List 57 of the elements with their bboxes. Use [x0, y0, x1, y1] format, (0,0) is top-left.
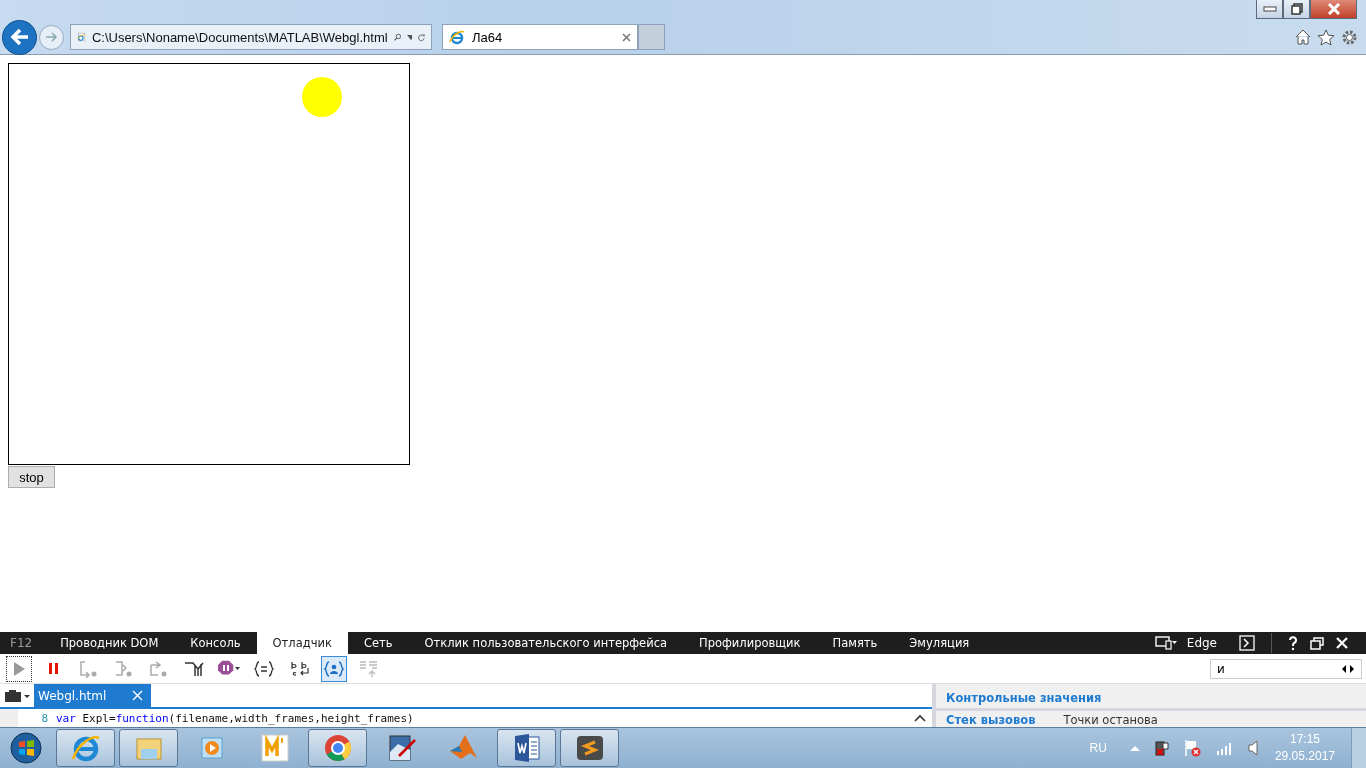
ie-app-icon[interactable] [56, 729, 115, 767]
stop-button[interactable]: stop [8, 466, 55, 488]
sublime-app-icon[interactable] [560, 729, 619, 767]
close-button[interactable] [1310, 0, 1357, 19]
console-icon[interactable] [1239, 635, 1255, 651]
minimize-button[interactable] [1256, 0, 1283, 19]
circle-shape [302, 77, 342, 117]
restore-button[interactable] [1283, 0, 1310, 19]
minimize-icon [1262, 6, 1277, 12]
address-text: C:\Users\Noname\Documents\MATLAB\Webgl.html [91, 29, 388, 45]
devtools-tab[interactable]: Память [816, 632, 894, 654]
back-button[interactable] [2, 19, 37, 55]
back-arrow-icon [9, 28, 30, 46]
devtools-tab[interactable]: Консоль [174, 632, 257, 654]
line-number: 8 [40, 711, 48, 725]
address-bar[interactable]: C:\Users\Noname\Documents\MATLAB\Webgl.html [70, 24, 432, 50]
star-icon[interactable] [1317, 28, 1335, 46]
close-tab-icon[interactable] [622, 32, 631, 42]
collapse-caret-icon[interactable] [914, 714, 926, 722]
panel-tab[interactable]: Точки останова [1063, 711, 1186, 727]
power-plug-icon[interactable] [1153, 739, 1170, 757]
browser-tab[interactable]: Ла64 [442, 24, 638, 50]
help-icon[interactable] [1288, 635, 1298, 651]
undock-icon[interactable] [1310, 636, 1324, 650]
browser-mode-dropdown[interactable]: Edge [1142, 635, 1223, 651]
devtools-tab[interactable]: Отклик пользовательского интерфейса [408, 632, 684, 654]
devtools-tab[interactable]: Проводник DOM [44, 632, 175, 654]
close-icon[interactable] [1336, 637, 1348, 649]
word-app-icon[interactable] [497, 729, 556, 767]
prev-next-arrows-icon[interactable] [1341, 663, 1355, 674]
chrome-app-icon[interactable] [308, 729, 367, 767]
ie-logo-icon [449, 29, 465, 45]
devices-icon [1154, 636, 1177, 650]
forward-arrow-icon [44, 31, 59, 43]
home-icon[interactable] [1295, 29, 1311, 45]
folder-app-icon[interactable] [119, 729, 178, 767]
speaker-icon[interactable] [1247, 740, 1258, 756]
devtools-tab[interactable]: Сеть [347, 632, 409, 654]
restore-icon [1290, 3, 1303, 15]
just-my-code-icon[interactable] [321, 655, 347, 682]
find-field[interactable]: и [1210, 658, 1362, 679]
close-icon [1326, 3, 1341, 15]
panel-tab[interactable]: Стек вызовов [946, 711, 1064, 727]
file-tab[interactable]: Webgl.html [34, 684, 152, 707]
open-document-button[interactable] [4, 688, 30, 703]
f12-label: F12 [9, 636, 34, 650]
settings-icon[interactable] [1341, 28, 1358, 46]
continue-icon[interactable] [6, 655, 32, 682]
dropdown-caret-icon[interactable] [407, 34, 412, 40]
devtools-tab[interactable]: Отладчик [256, 632, 348, 654]
devtools-tab[interactable]: Эмуляция [893, 632, 986, 654]
line-gutter [0, 709, 18, 727]
devtools-tab[interactable]: Профилировщик [683, 632, 817, 654]
flag-error-icon[interactable] [1183, 739, 1202, 757]
page-icon [77, 29, 86, 45]
watch-panel-header[interactable]: Контрольные значения [936, 688, 1366, 711]
code-line: var Expl=function(filename,width_frames,height_frames) [56, 711, 414, 725]
